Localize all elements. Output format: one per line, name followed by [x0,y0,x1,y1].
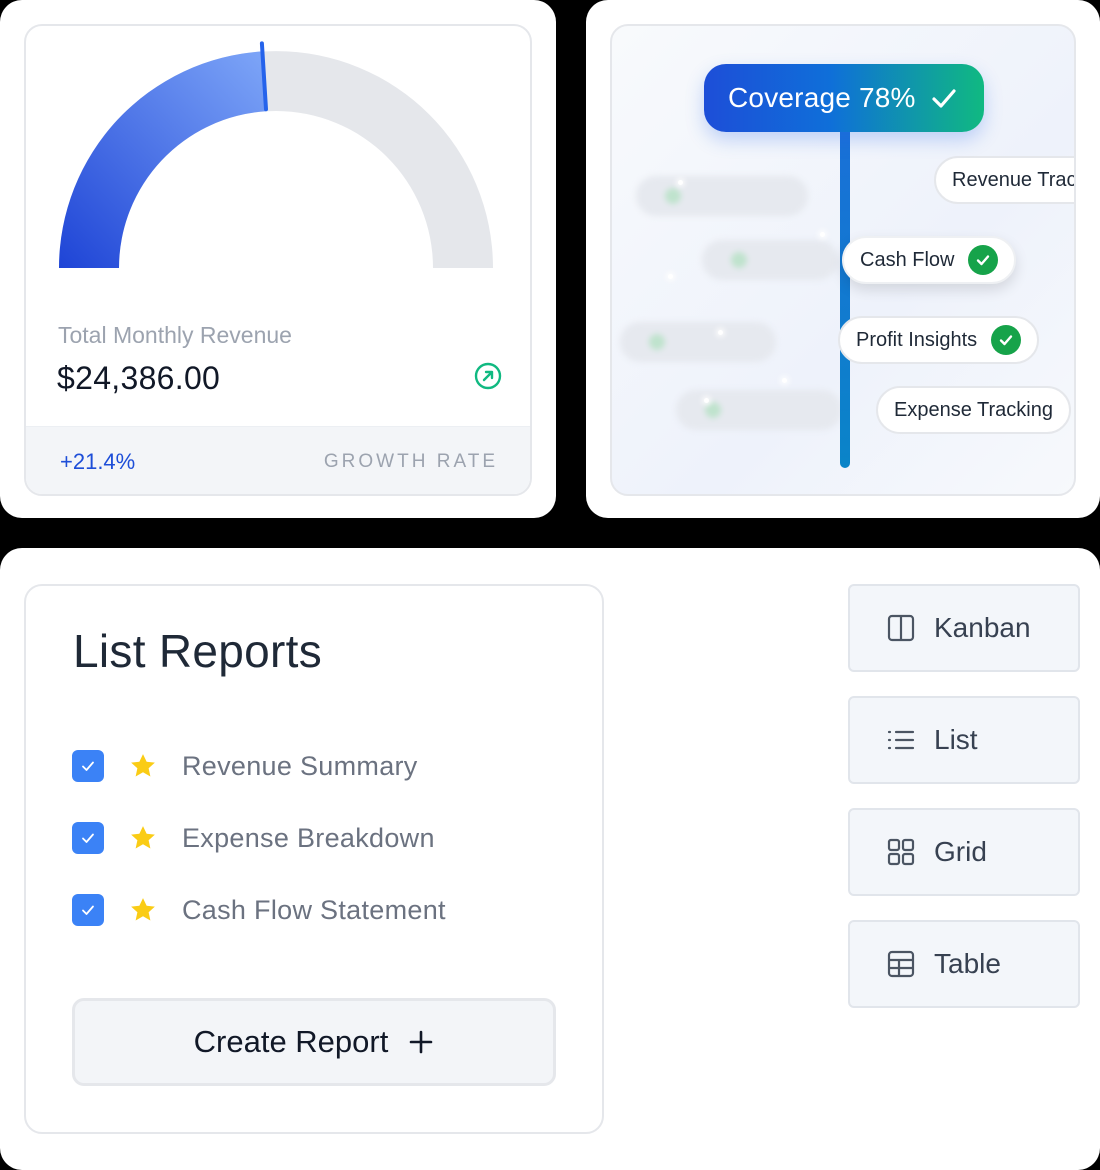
grid-icon [887,838,915,866]
coverage-panel: Revenue Tracking Cash Flow Profit Insigh… [586,0,1100,518]
sparkle [678,180,683,185]
coverage-card: Revenue Tracking Cash Flow Profit Insigh… [610,24,1076,496]
list-item: Cash Flow Statement [72,874,446,946]
view-list-button[interactable]: List [848,696,1080,784]
list-icon [887,730,915,750]
blurred-chip [620,322,776,362]
reports-list: Revenue Summary Expense Breakdown Cash F… [72,730,446,946]
reports-card: List Reports Revenue Summary Expense Bre… [24,584,604,1134]
growth-rate-value: +21.4% [60,449,136,474]
chip-revenue-tracking[interactable]: Revenue Tracking [934,156,1076,204]
sparkle [668,274,673,279]
table-icon [887,950,915,978]
check-circle-icon [968,245,999,275]
list-item: Expense Breakdown [72,802,446,874]
sparkle [718,330,723,335]
view-label: Table [934,948,1001,979]
star-icon[interactable] [128,751,158,781]
chip-expense-tracking[interactable]: Expense Tracking [876,386,1071,434]
check-icon [932,89,956,108]
revenue-value: $24,386.00 [57,360,221,396]
star-icon[interactable] [128,895,158,925]
list-item-label: Expense Breakdown [182,822,435,853]
blurred-chip [676,390,842,430]
check-circle-icon [991,325,1022,355]
chip-label: Revenue Tracking [952,168,1076,191]
reports-panel: List Reports Revenue Summary Expense Bre… [0,548,1100,1170]
coverage-badge-label: Coverage 78% [728,82,916,113]
revenue-label: Total Monthly Revenue [58,322,292,348]
kanban-icon [887,614,915,642]
gauge-fill [58,51,267,269]
revenue-card: Total Monthly Revenue $24,386.00 +21.4% … [24,24,532,496]
create-report-label: Create Report [193,1024,389,1059]
chip-profit-insights[interactable]: Profit Insights [838,316,1040,364]
view-label: Grid [934,836,987,867]
chip-cash-flow[interactable]: Cash Flow [842,236,1017,284]
create-report-button[interactable]: Create Report [72,998,556,1086]
sparkle [704,398,709,403]
plus-icon [410,1030,433,1054]
chip-label: Profit Insights [856,328,978,351]
chip-label: Expense Tracking [894,398,1053,421]
coverage-stem [840,118,850,468]
sparkle [782,378,787,383]
view-grid-button[interactable]: Grid [848,808,1080,896]
sparkle [820,232,825,237]
revenue-footer: +21.4% GROWTH RATE [26,426,530,494]
growth-rate-label: GROWTH RATE [323,451,498,472]
revenue-panel: Total Monthly Revenue $24,386.00 +21.4% … [0,0,556,518]
view-table-button[interactable]: Table [848,920,1080,1008]
blurred-chip [636,176,808,216]
list-item-label: Cash Flow Statement [182,894,446,925]
list-item-label: Revenue Summary [182,750,418,781]
chip-label: Cash Flow [860,248,955,271]
list-item: Revenue Summary [72,730,446,802]
blurred-chip [702,240,838,280]
coverage-badge: Coverage 78% [704,64,984,132]
view-kanban-button[interactable]: Kanban [848,584,1080,672]
checkbox[interactable] [72,822,104,854]
revenue-gauge [58,41,493,269]
reports-title: List Reports [73,625,323,677]
view-label: List [934,724,978,755]
star-icon[interactable] [128,823,158,853]
checkbox[interactable] [72,894,104,926]
view-label: Kanban [934,612,1031,643]
arrow-up-right-circle-icon[interactable] [474,362,502,390]
checkbox[interactable] [72,750,104,782]
